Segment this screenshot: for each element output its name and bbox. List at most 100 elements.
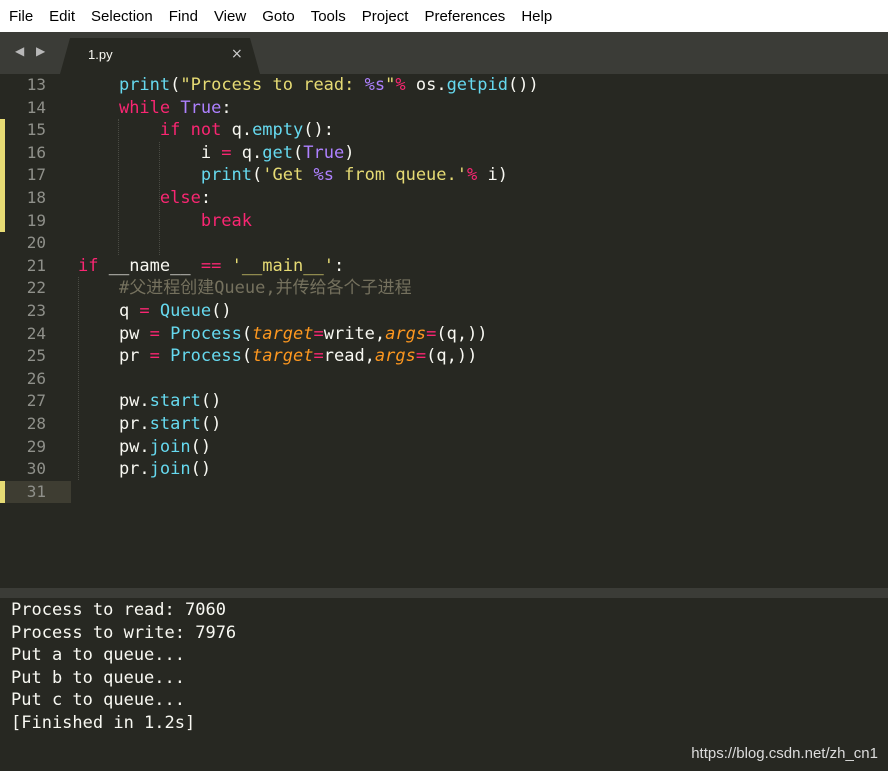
- code-token: i: [78, 142, 222, 163]
- code-token: not: [190, 120, 222, 141]
- code-token: %s: [364, 75, 386, 95]
- menu-bar: File Edit Selection Find View Goto Tools…: [0, 0, 888, 32]
- code-token: q.: [231, 142, 263, 163]
- code-token: "Process to read:: [180, 75, 365, 95]
- code-text: pr.join(): [78, 458, 211, 481]
- code-line[interactable]: 29 pw.join(): [0, 436, 888, 459]
- code-line[interactable]: 23 q = Queue(): [0, 300, 888, 323]
- code-line[interactable]: 31: [0, 480, 888, 504]
- menu-selection[interactable]: Selection: [83, 8, 161, 25]
- console-line: Put b to queue...: [11, 667, 185, 688]
- code-token: pr.: [78, 459, 150, 480]
- line-number: 27: [26, 391, 46, 411]
- code-token: q: [78, 301, 140, 321]
- code-token: __name__: [98, 255, 201, 276]
- code-token: :: [333, 255, 345, 276]
- code-token: (q,)): [436, 323, 488, 344]
- code-text: if not q.empty():: [78, 119, 334, 142]
- code-line[interactable]: 13 print("Process to read: %s"% os.getpi…: [0, 74, 888, 97]
- line-number: 28: [26, 414, 46, 433]
- code-text: else:: [78, 187, 211, 210]
- menu-goto[interactable]: Goto: [254, 8, 303, 25]
- menu-find[interactable]: Find: [161, 8, 206, 25]
- line-number: 23: [26, 301, 46, 320]
- console-line: Put c to queue...: [11, 690, 185, 711]
- line-number: 22: [26, 278, 46, 298]
- line-number: 19: [26, 210, 46, 230]
- line-number: 20: [26, 233, 46, 253]
- console-line: Process to read: 7060: [11, 600, 226, 620]
- line-number: 13: [26, 75, 46, 94]
- tab-nav-arrows-icon[interactable]: ◀ ▶: [15, 44, 49, 58]
- menu-edit[interactable]: Edit: [41, 8, 83, 25]
- code-token: write,: [323, 323, 386, 344]
- code-token: else: [159, 188, 201, 208]
- code-line[interactable]: 26: [0, 368, 888, 391]
- line-number: 18: [26, 188, 46, 207]
- menu-preferences[interactable]: Preferences: [416, 8, 513, 25]
- code-token: join: [149, 436, 191, 457]
- code-token: (q,)): [426, 346, 478, 367]
- watermark: https://blog.csdn.net/zh_cn1: [691, 745, 878, 762]
- code-token: =: [415, 346, 427, 367]
- code-line[interactable]: 22 #父进程创建Queue,并传给各个子进程: [0, 277, 888, 300]
- code-token: (): [190, 436, 212, 457]
- code-text: pr = Process(target=read,args=(q,)): [78, 345, 477, 368]
- code-editor[interactable]: 13 print("Process to read: %s"% os.getpi…: [0, 74, 888, 588]
- code-token: join: [149, 459, 191, 480]
- code-token: start: [149, 414, 201, 434]
- code-token: Process: [170, 323, 242, 344]
- code-token: (: [241, 346, 253, 367]
- code-line[interactable]: 27 pw.start(): [0, 390, 888, 413]
- code-token: pr: [78, 346, 150, 367]
- menu-project[interactable]: Project: [354, 8, 417, 25]
- code-line[interactable]: 28 pr.start(): [0, 413, 888, 436]
- code-token: pw.: [78, 436, 150, 457]
- code-token: pr.: [78, 414, 150, 434]
- code-line[interactable]: 19 break: [0, 209, 888, 233]
- code-text: pw.join(): [78, 436, 211, 459]
- code-line[interactable]: 17 print('Get %s from queue.'% i): [0, 164, 888, 187]
- menu-file[interactable]: File: [0, 8, 41, 25]
- code-line[interactable]: 15 if not q.empty():: [0, 119, 888, 142]
- code-token: (: [252, 165, 263, 186]
- menu-tools[interactable]: Tools: [303, 8, 354, 25]
- code-line[interactable]: 21 if __name__ == '__main__':: [0, 255, 888, 278]
- line-number: 15: [26, 120, 46, 140]
- code-line[interactable]: 14 while True:: [0, 97, 888, 120]
- code-line[interactable]: 24 pw = Process(target=write,args=(q,)): [0, 323, 888, 346]
- close-icon[interactable]: ×: [231, 46, 243, 62]
- code-token: target: [252, 323, 314, 344]
- console-line: Process to write: 7976: [11, 622, 237, 643]
- line-number: 16: [26, 142, 46, 162]
- code-token: :: [221, 97, 232, 118]
- menu-view[interactable]: View: [206, 8, 254, 25]
- code-token: #父进程创建Queue,并传给各个子进程: [118, 278, 412, 299]
- menu-help[interactable]: Help: [513, 8, 560, 25]
- code-line[interactable]: 18 else:: [0, 187, 888, 210]
- code-line[interactable]: 20: [0, 232, 888, 255]
- code-token: target: [252, 346, 314, 367]
- tab-1-py[interactable]: 1.py ×: [60, 38, 260, 74]
- code-text: pw.start(): [78, 390, 221, 413]
- code-line[interactable]: 25 pr = Process(target=read,args=(q,)): [0, 345, 888, 368]
- code-token: =: [149, 346, 160, 367]
- code-token: q.: [221, 120, 253, 141]
- code-line[interactable]: 16 i = q.get(True): [0, 141, 888, 165]
- code-text: if __name__ == '__main__':: [78, 255, 344, 278]
- code-token: args: [374, 346, 416, 367]
- code-token: True: [303, 142, 345, 163]
- code-token: :: [200, 188, 212, 208]
- panel-divider[interactable]: [0, 588, 888, 598]
- tab-bar: ◀ ▶ 1.py ×: [0, 32, 888, 74]
- code-token: i): [477, 165, 508, 186]
- code-token: =: [426, 323, 437, 344]
- code-token: =: [313, 323, 324, 344]
- code-line[interactable]: 30 pr.join(): [0, 458, 888, 481]
